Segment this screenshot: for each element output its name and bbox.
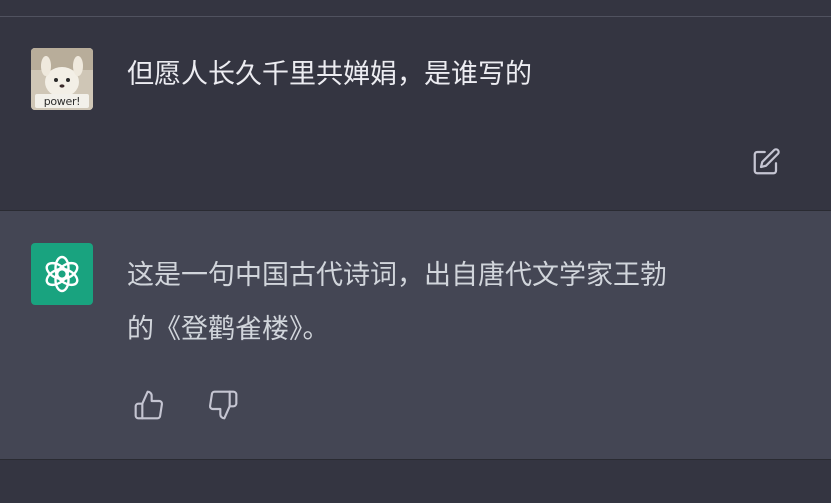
user-avatar-caption: power! xyxy=(43,95,81,108)
assistant-message-line-1: 这是一句中国古代诗词，出自唐代文学家王勃 xyxy=(127,260,667,291)
assistant-avatar xyxy=(31,243,93,305)
edit-icon xyxy=(753,148,780,175)
user-avatar: power! xyxy=(31,48,93,110)
user-message-text: 但愿人长久千里共婵娟，是谁写的 xyxy=(127,59,532,90)
feedback-buttons xyxy=(131,387,241,423)
user-message-row: power! 但愿人长久千里共婵娟，是谁写的 xyxy=(0,17,831,211)
bottom-area xyxy=(0,460,831,503)
openai-logo-icon xyxy=(45,255,79,293)
assistant-message-line-2: 的《登鹳雀楼》。 xyxy=(127,314,330,345)
edit-button[interactable] xyxy=(749,145,783,179)
assistant-message-text: 这是一句中国古代诗词，出自唐代文学家王勃 的《登鹳雀楼》。 xyxy=(127,249,787,357)
thumbs-up-button[interactable] xyxy=(131,387,167,423)
thumbs-down-button[interactable] xyxy=(205,387,241,423)
thumbs-up-icon xyxy=(134,390,163,420)
thumbs-down-icon xyxy=(209,390,238,420)
assistant-message-row: 这是一句中国古代诗词，出自唐代文学家王勃 的《登鹳雀楼》。 xyxy=(0,211,831,460)
top-strip xyxy=(0,0,831,17)
